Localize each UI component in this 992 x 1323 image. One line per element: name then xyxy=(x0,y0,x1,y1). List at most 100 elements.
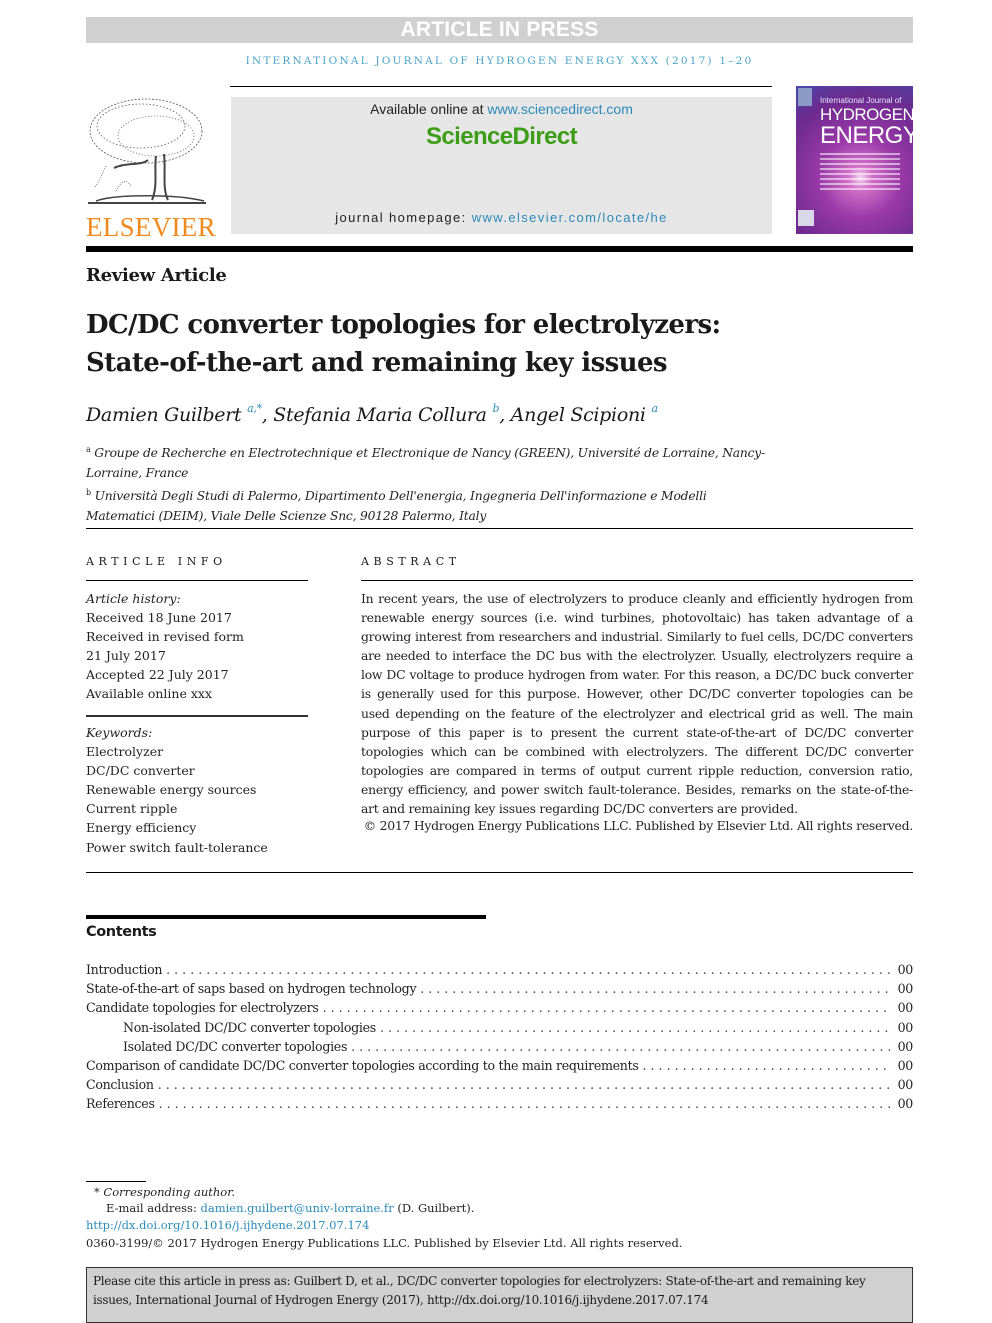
issn-copyright: 0360-3199/© 2017 Hydrogen Energy Publica… xyxy=(86,1236,683,1250)
toc-entry[interactable]: Non-isolated DC/DC converter topologies 0… xyxy=(86,1020,913,1039)
author-separator: , xyxy=(261,404,274,426)
keyword-item: Electrolyzer xyxy=(86,744,164,760)
keywords: Keywords: Electrolyzer DC/DC converter R… xyxy=(86,723,316,857)
history-item: 21 July 2017 xyxy=(86,648,166,664)
article-in-press-banner: ARTICLE IN PRESS xyxy=(86,17,913,43)
author-affiliation-mark[interactable]: a xyxy=(651,402,658,415)
toc-entry[interactable]: Conclusion 00 xyxy=(86,1077,913,1096)
citation-text: Please cite this article in press as: Gu… xyxy=(93,1274,866,1307)
email-suffix: (D. Guilbert). xyxy=(393,1201,475,1215)
toc-label[interactable]: Candidate topologies for electrolyzers xyxy=(86,1000,323,1015)
article-info-heading: ARTICLE INFO xyxy=(86,555,227,568)
cover-line1: International Journal of xyxy=(820,96,902,105)
author-name[interactable]: Stefania Maria Collura xyxy=(273,404,487,426)
toc-page: 00 xyxy=(897,1038,914,1054)
available-online-label: Available online at xyxy=(370,101,488,117)
sciencedirect-logo[interactable]: ScienceDirect xyxy=(231,123,772,151)
abstract-copyright: © 2017 Hydrogen Energy Publications LLC.… xyxy=(363,818,913,833)
toc-leader xyxy=(420,981,889,996)
history-item: Accepted 22 July 2017 xyxy=(86,667,229,683)
history-item: Received 18 June 2017 xyxy=(86,610,232,626)
keyword-item: Power switch fault-tolerance xyxy=(86,839,268,855)
affiliation-text: Groupe de Recherche en Electrotechnique … xyxy=(86,446,766,480)
elsevier-tree-icon xyxy=(88,98,206,204)
toc-label[interactable]: State-of-the-art of saps based on hydrog… xyxy=(86,981,420,996)
toc-page: 00 xyxy=(897,1077,914,1093)
article-type: Review Article xyxy=(86,265,227,286)
author-name[interactable]: Angel Scipioni xyxy=(511,404,646,426)
cover-line2: HYDROGEN xyxy=(820,105,913,124)
journal-homepage-label: journal homepage: xyxy=(335,210,472,225)
available-online: Available online at www.sciencedirect.co… xyxy=(231,101,772,117)
toc-label[interactable]: Introduction xyxy=(86,962,166,977)
toc-leader xyxy=(158,1077,890,1092)
author-affiliation-mark[interactable]: a,* xyxy=(247,402,262,415)
toc-leader xyxy=(159,1096,890,1111)
header-rule xyxy=(230,86,772,87)
toc-entry[interactable]: Candidate topologies for electrolyzers 00 xyxy=(86,1000,913,1019)
keyword-item: Renewable energy sources xyxy=(86,782,257,798)
email-label: E-mail address: xyxy=(106,1201,201,1215)
keyword-item: Energy efficiency xyxy=(86,820,197,836)
affiliation: b Università Degli Studi di Palermo, Dip… xyxy=(86,483,766,526)
toc-leader xyxy=(380,1020,890,1035)
affiliation-mark: b xyxy=(86,488,91,497)
sciencedirect-box: Available online at www.sciencedirect.co… xyxy=(231,97,772,234)
email-link[interactable]: damien.guilbert@univ-lorraine.fr xyxy=(200,1201,393,1215)
affiliation: a Groupe de Recherche en Electrotechniqu… xyxy=(86,440,766,483)
toc-label[interactable]: Isolated DC/DC converter topologies xyxy=(123,1039,351,1054)
abstract-text: In recent years, the use of electrolyzer… xyxy=(361,591,913,817)
elsevier-logo[interactable]: ELSEVIER xyxy=(86,96,216,242)
citation-box: Please cite this article in press as: Gu… xyxy=(86,1267,913,1323)
article-history: Article history: Received 18 June 2017 R… xyxy=(86,589,316,704)
toc-label[interactable]: References xyxy=(86,1096,159,1111)
journal-cover-image[interactable]: International Journal of HYDROGEN ENERGY xyxy=(796,86,913,234)
history-item: Received in revised form xyxy=(86,629,244,645)
keyword-item: Current ripple xyxy=(86,801,178,817)
toc-page: 00 xyxy=(897,1019,914,1035)
keywords-label: Keywords: xyxy=(86,725,153,740)
corresponding-author-note: * Corresponding author. xyxy=(94,1185,236,1199)
article-history-label: Article history: xyxy=(86,591,181,606)
abstract-heading: ABSTRACT xyxy=(361,555,461,568)
toc-entry[interactable]: Comparison of candidate DC/DC converter … xyxy=(86,1058,913,1077)
footnote-rule xyxy=(86,1181,146,1182)
abstract-rule xyxy=(361,580,913,581)
toc-entry[interactable]: Introduction 00 xyxy=(86,962,913,981)
affiliation-mark: a xyxy=(86,445,91,454)
toc-page: 00 xyxy=(897,1000,914,1016)
author-separator: , xyxy=(499,404,511,426)
affiliations: a Groupe de Recherche en Electrotechniqu… xyxy=(86,440,766,526)
section-divider xyxy=(86,528,913,529)
history-item: Available online xxx xyxy=(86,686,212,702)
email-footnote: E-mail address: damien.guilbert@univ-lor… xyxy=(106,1201,474,1215)
table-of-contents: Introduction 00 State-of-the-art of saps … xyxy=(86,962,913,1116)
journal-homepage-link[interactable]: www.elsevier.com/locate/he xyxy=(472,210,668,225)
toc-label[interactable]: Comparison of candidate DC/DC converter … xyxy=(86,1058,643,1073)
affiliation-text: Università Degli Studi di Palermo, Dipar… xyxy=(86,489,707,523)
sciencedirect-link[interactable]: www.sciencedirect.com xyxy=(487,101,633,117)
running-header: INTERNATIONAL JOURNAL OF HYDROGEN ENERGY… xyxy=(245,55,754,67)
toc-leader xyxy=(166,962,889,977)
author-name[interactable]: Damien Guilbert xyxy=(86,404,242,426)
toc-entry[interactable]: References 00 xyxy=(86,1096,913,1115)
elsevier-wordmark: ELSEVIER xyxy=(86,212,216,242)
section-divider xyxy=(86,872,913,873)
toc-page: 00 xyxy=(897,962,914,977)
toc-page: 00 xyxy=(897,981,914,997)
title-line-1: DC/DC converter topologies for electroly… xyxy=(86,310,721,340)
cover-elsevier-icon xyxy=(798,88,812,106)
contents-bar xyxy=(86,915,486,919)
doi-link[interactable]: http://dx.doi.org/10.1016/j.ijhydene.201… xyxy=(86,1218,369,1232)
article-info-rule xyxy=(86,580,308,581)
toc-page: 00 xyxy=(897,1057,914,1073)
article-title: DC/DC converter topologies for electroly… xyxy=(86,306,886,382)
toc-entry[interactable]: Isolated DC/DC converter topologies 00 xyxy=(86,1039,913,1058)
contents-heading: Contents xyxy=(86,924,157,940)
toc-entry[interactable]: State-of-the-art of saps based on hydrog… xyxy=(86,981,913,1000)
toc-label[interactable]: Conclusion xyxy=(86,1077,158,1092)
header-thick-rule xyxy=(86,246,913,252)
toc-label[interactable]: Non-isolated DC/DC converter topologies xyxy=(123,1020,380,1035)
title-line-2: State-of-the-art and remaining key issue… xyxy=(86,348,668,378)
journal-homepage: journal homepage: www.elsevier.com/locat… xyxy=(231,210,772,225)
